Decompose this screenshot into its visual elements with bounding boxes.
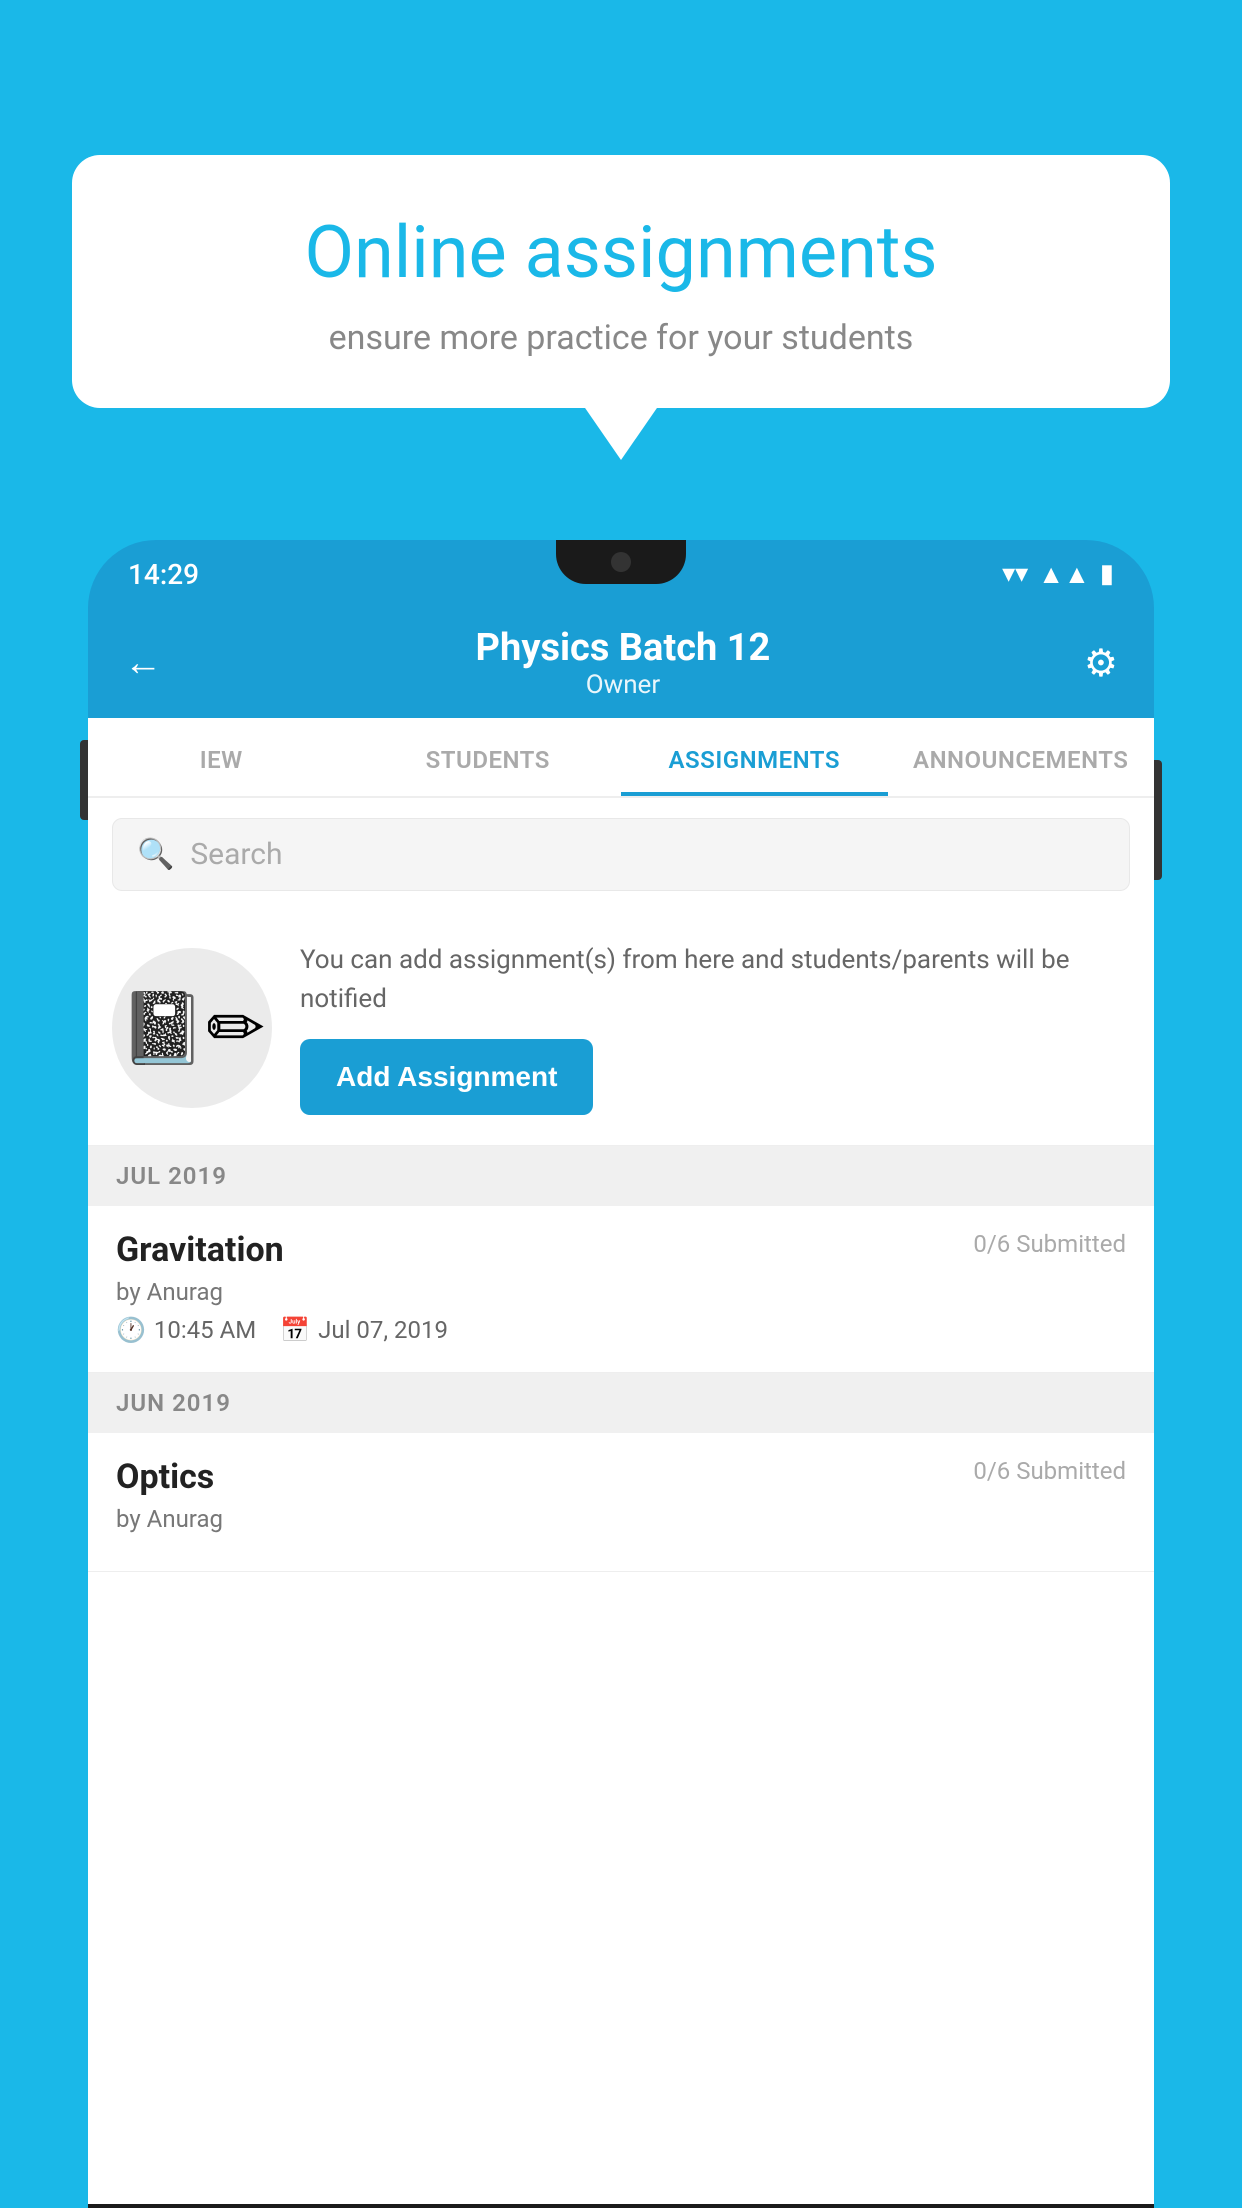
search-input[interactable]: Search: [190, 837, 282, 872]
calendar-icon: 📅: [280, 1316, 310, 1344]
wifi-icon: ▾▾: [1002, 559, 1028, 589]
settings-icon[interactable]: ⚙: [1084, 641, 1118, 686]
clock-icon: 🕐: [116, 1316, 146, 1344]
header-center: Physics Batch 12 Owner: [476, 626, 771, 700]
search-input-wrap[interactable]: 🔍 Search: [112, 818, 1130, 891]
assignment-item-gravitation[interactable]: Gravitation 0/6 Submitted by Anurag 🕐 10…: [88, 1206, 1154, 1373]
assignment-time: 10:45 AM: [154, 1316, 256, 1344]
header-subtitle: Owner: [476, 670, 771, 700]
assignment-top-row: Gravitation 0/6 Submitted: [116, 1230, 1126, 1270]
month-header-jul: JUL 2019: [88, 1146, 1154, 1206]
tab-announcements[interactable]: ANNOUNCEMENTS: [888, 718, 1155, 796]
assignment-top-row-optics: Optics 0/6 Submitted: [116, 1457, 1126, 1497]
assignment-submitted: 0/6 Submitted: [973, 1230, 1126, 1258]
assignment-by: by Anurag: [116, 1278, 1126, 1306]
promo-text-col: You can add assignment(s) from here and …: [300, 941, 1130, 1115]
volume-button: [80, 740, 88, 820]
assignment-by-optics: by Anurag: [116, 1505, 1126, 1533]
status-icons: ▾▾ ▲▲ ▮: [1002, 559, 1114, 590]
search-bar: 🔍 Search: [88, 798, 1154, 911]
assignment-item-optics[interactable]: Optics 0/6 Submitted by Anurag: [88, 1433, 1154, 1572]
meta-date: 📅 Jul 07, 2019: [280, 1316, 448, 1344]
assignment-name: Gravitation: [116, 1230, 284, 1270]
assignment-meta: 🕐 10:45 AM 📅 Jul 07, 2019: [116, 1316, 1126, 1344]
phone-frame: 14:29 ▾▾ ▲▲ ▮ ← Physics Batch 12 Owner ⚙…: [88, 540, 1154, 2208]
power-button: [1154, 760, 1162, 880]
speech-bubble-card: Online assignments ensure more practice …: [72, 155, 1170, 408]
bubble-title: Online assignments: [132, 210, 1110, 296]
back-button[interactable]: ←: [124, 641, 162, 685]
month-header-jun: JUN 2019: [88, 1373, 1154, 1433]
status-time: 14:29: [128, 558, 199, 591]
bubble-subtitle: ensure more practice for your students: [132, 318, 1110, 358]
assignment-name-optics: Optics: [116, 1457, 214, 1497]
phone-content: 🔍 Search 📓✏ You can add assignment(s) fr…: [88, 798, 1154, 2204]
signal-icon: ▲▲: [1038, 559, 1089, 590]
tab-students[interactable]: STUDENTS: [355, 718, 622, 796]
meta-time: 🕐 10:45 AM: [116, 1316, 256, 1344]
status-bar: 14:29 ▾▾ ▲▲ ▮: [88, 540, 1154, 608]
tab-iew[interactable]: IEW: [88, 718, 355, 796]
battery-icon: ▮: [1100, 559, 1114, 589]
search-icon: 🔍: [137, 837, 174, 872]
tabs-bar: IEW STUDENTS ASSIGNMENTS ANNOUNCEMENTS: [88, 718, 1154, 798]
promo-icon-circle: 📓✏: [112, 948, 272, 1108]
add-assignment-button[interactable]: Add Assignment: [300, 1039, 593, 1115]
assignment-submitted-optics: 0/6 Submitted: [973, 1457, 1126, 1485]
notebook-icon: 📓✏: [119, 987, 265, 1070]
app-header: ← Physics Batch 12 Owner ⚙: [88, 608, 1154, 718]
camera: [611, 552, 631, 572]
promo-section: 📓✏ You can add assignment(s) from here a…: [88, 911, 1154, 1146]
assignment-date: Jul 07, 2019: [318, 1316, 448, 1344]
header-title: Physics Batch 12: [476, 626, 771, 670]
notch: [556, 540, 686, 584]
promo-description: You can add assignment(s) from here and …: [300, 941, 1130, 1019]
tab-assignments[interactable]: ASSIGNMENTS: [621, 718, 888, 796]
